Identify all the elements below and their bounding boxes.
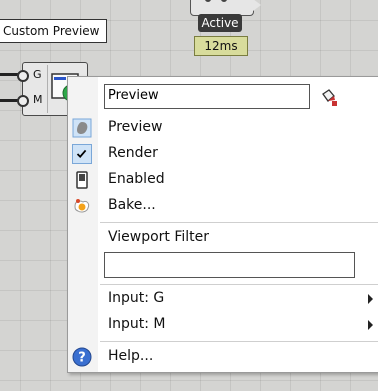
input-grip-g[interactable] — [17, 70, 29, 82]
menu-item-input-m[interactable]: Input: M — [68, 313, 378, 337]
component-tooltip: Custom Preview — [0, 19, 107, 43]
menu-separator — [100, 222, 378, 223]
input-port-g[interactable]: G — [33, 68, 42, 81]
menu-item-preview[interactable]: Preview — [68, 116, 378, 140]
menu-item-label: Render — [108, 145, 158, 161]
checkmark-icon — [72, 144, 92, 164]
output-arrow — [253, 0, 261, 11]
active-status-badge: Active — [198, 14, 242, 32]
menu-item-label: Help... — [108, 348, 154, 364]
component-divider — [47, 65, 48, 113]
menu-item-render[interactable]: Render — [68, 142, 378, 166]
input-grip-m[interactable] — [17, 95, 29, 107]
menu-item-enabled[interactable]: Enabled — [68, 168, 378, 192]
menu-separator — [100, 284, 378, 285]
menu-item-label: Bake... — [108, 197, 156, 213]
help-icon: ? — [72, 347, 92, 367]
viewport-filter-label: Viewport Filter — [108, 229, 210, 245]
paint-bucket-icon[interactable] — [319, 88, 339, 108]
preview-icon — [72, 118, 92, 138]
menu-item-label: Preview — [108, 119, 163, 135]
timing-badge: 12ms — [194, 36, 248, 56]
enabled-switch-icon — [76, 171, 88, 189]
output-grip[interactable] — [205, 0, 211, 2]
output-grip[interactable] — [221, 0, 227, 2]
menu-item-viewport-filter: Viewport Filter — [68, 226, 378, 250]
bake-egg-icon — [74, 199, 90, 213]
svg-text:?: ? — [78, 351, 86, 366]
input-port-m[interactable]: M — [33, 93, 43, 106]
submenu-arrow-icon — [368, 294, 373, 304]
menu-item-label: Input: G — [108, 290, 165, 306]
submenu-arrow-icon — [368, 320, 373, 330]
menu-item-label: Enabled — [108, 171, 165, 187]
wire-g — [0, 73, 18, 76]
wire-m — [0, 99, 18, 102]
menu-item-label: Input: M — [108, 316, 166, 332]
viewport-filter-input[interactable] — [104, 252, 355, 278]
menu-item-input-g[interactable]: Input: G — [68, 287, 378, 311]
menu-separator — [100, 341, 378, 342]
menu-item-bake[interactable]: Bake... — [68, 194, 378, 218]
menu-item-help[interactable]: ? Help... — [68, 345, 378, 369]
context-menu: Preview Preview Render Enabled Bake... V… — [67, 76, 378, 373]
component-name-input[interactable]: Preview — [104, 84, 310, 109]
